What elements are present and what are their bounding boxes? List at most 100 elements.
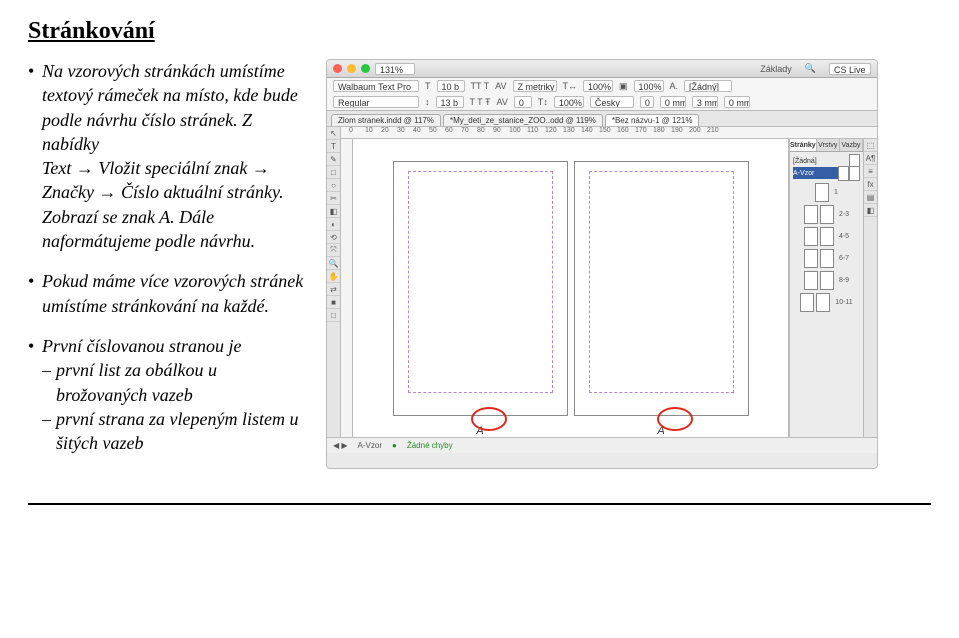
tick: 0 [349, 127, 353, 134]
tick: 160 [617, 127, 629, 134]
page-row[interactable]: 1 [793, 183, 860, 202]
kern2-icon: AV [497, 97, 508, 107]
leading-field[interactable]: 13 b [436, 96, 464, 108]
parastyle-field[interactable]: [Žádný] [684, 80, 732, 92]
para-c[interactable]: 3 mm [692, 96, 718, 108]
zoom-field[interactable]: 131% [375, 63, 415, 75]
lang-field[interactable]: Česky [590, 96, 634, 108]
tick: 120 [545, 127, 557, 134]
hand-tool[interactable]: ✋ [327, 270, 340, 283]
basics-label[interactable]: Základy [760, 64, 792, 74]
tab-layers[interactable]: Vrstvy [817, 139, 840, 151]
hscale-field[interactable]: 100% [583, 80, 613, 92]
para-d[interactable]: 0 mm [724, 96, 750, 108]
track1-field[interactable]: 0 [514, 96, 532, 108]
para-a[interactable]: 0 [640, 96, 654, 108]
metrics-field[interactable]: Z metriky [513, 80, 557, 92]
bullet-2: Pokud máme více vzorových stránek umístí… [28, 269, 308, 318]
master-avzor-label: A-Vzor [793, 170, 814, 177]
tick: 60 [445, 127, 453, 134]
master-page-right[interactable]: A [574, 161, 749, 416]
gradient-tool[interactable]: ◧ [327, 205, 340, 218]
Tframe-icon: ▣ [619, 81, 628, 92]
rect-tool[interactable]: □ [327, 166, 340, 179]
toolbox: ↖ T ✎ □ ○ ✂ ◧ ◐ ⟲ ⤧ 🔍 ✋ ⇄ ■ □ [327, 127, 341, 437]
columns: Na vzorových stránkách umístíme textový … [28, 59, 931, 471]
dock-icon[interactable]: A¶ [864, 152, 877, 165]
panel-body: [Žádná] A-Vzor 1 2-3 [790, 152, 863, 437]
dock-right: ⬚ A¶ ≡ fx ▤ ◧ [863, 139, 877, 437]
selection-tool[interactable]: ↖ [327, 127, 340, 140]
page-row[interactable]: 8-9 [793, 271, 860, 290]
margin-guide [408, 171, 553, 393]
tick: 70 [461, 127, 469, 134]
font-style-field[interactable]: Regular [333, 96, 419, 108]
master-avzor[interactable]: A-Vzor [793, 167, 860, 179]
tick: 140 [581, 127, 593, 134]
tick: 130 [563, 127, 575, 134]
tab-1[interactable]: Zlom stranek.indd @ 117% [331, 114, 441, 126]
type-tool[interactable]: T [327, 140, 340, 153]
rotate-tool[interactable]: ⟲ [327, 231, 340, 244]
tick: 170 [635, 127, 647, 134]
canvas-wrap: 0 10 20 30 40 50 60 70 80 90 100 110 [341, 127, 877, 437]
transform-tool[interactable]: ⤧ [327, 244, 340, 257]
swap-tool[interactable]: ⇄ [327, 283, 340, 296]
tick: 210 [707, 127, 719, 134]
status-master[interactable]: A-Vzor [358, 441, 382, 450]
tab-links[interactable]: Vazby [840, 139, 863, 151]
tab-2[interactable]: *My_deti_ze_stanice_ZOO..odd @ 119% [443, 114, 603, 126]
margin-guide [589, 171, 734, 393]
kern-icon: AV [495, 81, 506, 91]
tab-pages[interactable]: Stránky [790, 139, 817, 151]
tt-icon: TT T [471, 81, 490, 91]
font-family-field[interactable]: Walbaum Text Pro [333, 80, 419, 92]
page-list: 1 2-3 4-5 6-7 8-9 10-11 [793, 183, 860, 312]
tick: 50 [429, 127, 437, 134]
bullet-3: První číslovanou stranou je první list z… [28, 334, 308, 455]
pen-tool[interactable]: ✎ [327, 153, 340, 166]
minimize-icon[interactable] [347, 64, 356, 73]
dock-icon[interactable]: ▤ [864, 191, 877, 204]
scissors-tool[interactable]: ✂ [327, 192, 340, 205]
zoomtool-icon[interactable]: 🔍 [327, 257, 340, 270]
ellipse-tool[interactable]: ○ [327, 179, 340, 192]
page-row[interactable]: 4-5 [793, 227, 860, 246]
tick: 40 [413, 127, 421, 134]
dock-icon[interactable]: ⬚ [864, 139, 877, 152]
search-icon[interactable]: 🔍 [805, 63, 816, 74]
close-icon[interactable] [333, 64, 342, 73]
lang-icon: A. [670, 81, 679, 91]
left-column: Na vzorových stránkách umístíme textový … [28, 59, 308, 471]
tick: 180 [653, 127, 665, 134]
dock-icon[interactable]: ≡ [864, 165, 877, 178]
tick: 190 [671, 127, 683, 134]
zoom-icon[interactable] [361, 64, 370, 73]
stroke-swatch[interactable]: □ [327, 309, 340, 322]
vscale-field[interactable]: 100% [554, 96, 584, 108]
page-row[interactable]: 6-7 [793, 249, 860, 268]
tab-3[interactable]: *Bez názvu-1 @ 121% [605, 114, 700, 126]
status-errors: Žádné chyby [407, 441, 453, 450]
cslive-button[interactable]: CS Live [829, 63, 871, 75]
para3: První číslovanou stranou je [42, 336, 241, 356]
blend-tool[interactable]: ◐ [327, 218, 340, 231]
tick: 30 [397, 127, 405, 134]
dock-icon[interactable]: ◧ [864, 204, 877, 217]
sub-2: první strana za vlepeným listem u šitých… [42, 407, 308, 456]
tick: 150 [599, 127, 611, 134]
para-b[interactable]: 0 mm [660, 96, 686, 108]
fill-swatch[interactable]: ■ [327, 296, 340, 309]
workspace: ↖ T ✎ □ ○ ✂ ◧ ◐ ⟲ ⤧ 🔍 ✋ ⇄ ■ □ [327, 127, 877, 437]
status-bar: ◀ ▶ A-Vzor ● Žádné chyby [327, 437, 877, 453]
page-root: Stránkování Na vzorových stránkách umíst… [0, 0, 959, 481]
page-row[interactable]: 10-11 [793, 293, 860, 312]
dock-icon[interactable]: fx [864, 178, 877, 191]
font-size-field[interactable]: 10 b [437, 80, 465, 92]
sub-1: první list za obálkou u brožovaných vaze… [42, 358, 308, 407]
page-row[interactable]: 2-3 [793, 205, 860, 224]
docview-field[interactable]: 100% [634, 80, 664, 92]
control-bar: Walbaum Text Pro T 10 b TT T AV Z metrik… [327, 78, 877, 111]
canvas[interactable]: A A [353, 139, 789, 437]
master-page-left[interactable]: A [393, 161, 568, 416]
